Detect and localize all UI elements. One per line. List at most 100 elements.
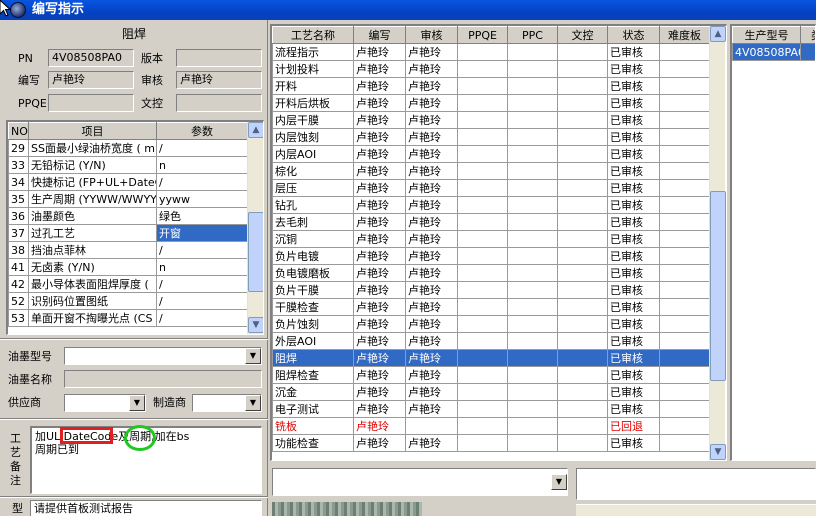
ppc-cell[interactable] [507,383,558,401]
param-no-cell[interactable]: 38 [8,241,29,259]
doccontrol-cell[interactable] [557,298,608,316]
process-name-cell[interactable]: 阻焊检查 [272,366,354,384]
ppc-cell[interactable] [507,213,558,231]
status-cell[interactable]: 已审核 [607,196,660,214]
scroll-down-icon[interactable]: ▼ [248,317,263,333]
author-cell[interactable]: 卢艳玲 [353,145,406,163]
param-item-cell[interactable]: 生产周期 (YYWW/WWYY) [28,190,157,208]
ppc-cell[interactable] [507,332,558,350]
ppc-cell[interactable] [507,264,558,282]
table-row[interactable]: 沉金 卢艳玲 卢艳玲 已审核 [272,383,710,401]
maker-select[interactable]: ▼ [192,394,262,412]
author-cell[interactable]: 卢艳玲 [353,417,406,435]
table-row[interactable]: 功能检查 卢艳玲 卢艳玲 已审核 [272,434,710,452]
status-cell[interactable]: 已审核 [607,111,660,129]
process-name-cell[interactable]: 铣板 [272,417,354,435]
reviewer-cell[interactable]: 卢艳玲 [405,111,458,129]
difficulty-cell[interactable] [659,145,710,163]
param-col-item[interactable]: 项目 [28,122,157,140]
ppqe-cell[interactable] [457,349,508,367]
ppc-cell[interactable] [507,145,558,163]
author-cell[interactable]: 卢艳玲 [353,162,406,180]
difficulty-cell[interactable] [659,111,710,129]
author-field[interactable]: 卢艳玲 [48,71,134,89]
table-row[interactable]: 36 油墨颜色 绿色 [8,207,248,225]
ppqe-cell[interactable] [457,77,508,95]
scroll-up-icon[interactable]: ▲ [248,122,263,138]
table-row[interactable]: 内层干膜 卢艳玲 卢艳玲 已审核 [272,111,710,129]
status-cell[interactable]: 已审核 [607,60,660,78]
ppc-cell[interactable] [507,43,558,61]
ppc-cell[interactable] [507,281,558,299]
param-col-param[interactable]: 参数 [156,122,248,140]
table-row[interactable]: 干膜检查 卢艳玲 卢艳玲 已审核 [272,298,710,316]
status-cell[interactable]: 已审核 [607,383,660,401]
reviewer-cell[interactable]: 卢艳玲 [405,434,458,452]
dropdown-arrow-icon[interactable]: ▼ [129,395,145,411]
ppqe-cell[interactable] [457,315,508,333]
table-row[interactable]: 4V08508PA0 [732,43,815,61]
table-row[interactable]: 53 单面开窗不掏曝光点 (CS / [8,309,248,327]
reviewer-cell[interactable]: 卢艳玲 [405,213,458,231]
ppc-cell[interactable] [507,60,558,78]
difficulty-cell[interactable] [659,230,710,248]
ppqe-cell[interactable] [457,383,508,401]
param-item-cell[interactable]: 油墨颜色 [28,207,157,225]
process-name-cell[interactable]: 干膜检查 [272,298,354,316]
table-row[interactable]: 内层AOI 卢艳玲 卢艳玲 已审核 [272,145,710,163]
param-value-cell[interactable]: / [156,292,248,310]
reviewer-cell[interactable]: 卢艳玲 [405,145,458,163]
reviewer-cell[interactable]: 卢艳玲 [405,281,458,299]
col-difficulty[interactable]: 难度板 [659,26,710,44]
difficulty-cell[interactable] [659,60,710,78]
ink-name-field[interactable] [64,370,262,388]
process-name-cell[interactable]: 负片蚀刻 [272,315,354,333]
ink-model-select[interactable]: ▼ [64,347,262,365]
reviewer-cell[interactable]: 卢艳玲 [405,94,458,112]
process-table-scrollbar[interactable]: ▲ ▼ [709,26,726,460]
author-cell[interactable]: 卢艳玲 [353,383,406,401]
param-value-cell[interactable]: / [156,275,248,293]
param-item-cell[interactable]: 最小导体表面阻焊厚度 ( [28,275,157,293]
doccontrol-cell[interactable] [557,247,608,265]
param-value-cell[interactable]: / [156,309,248,327]
reviewer-cell[interactable]: 卢艳玲 [405,60,458,78]
author-cell[interactable]: 卢艳玲 [353,213,406,231]
doccontrol-cell[interactable] [557,43,608,61]
reviewer-field[interactable]: 卢艳玲 [176,71,262,89]
param-value-cell[interactable]: / [156,173,248,191]
scroll-thumb[interactable] [710,191,726,381]
doccontrol-cell[interactable] [557,315,608,333]
process-name-cell[interactable]: 棕化 [272,162,354,180]
process-name-cell[interactable]: 沉金 [272,383,354,401]
status-cell[interactable]: 已审核 [607,179,660,197]
difficulty-cell[interactable] [659,400,710,418]
ppc-cell[interactable] [507,315,558,333]
ppc-cell[interactable] [507,94,558,112]
author-cell[interactable]: 卢艳玲 [353,298,406,316]
reviewer-cell[interactable]: 卢艳玲 [405,230,458,248]
doccontrol-cell[interactable] [557,332,608,350]
author-cell[interactable]: 卢艳玲 [353,77,406,95]
param-no-cell[interactable]: 41 [8,258,29,276]
bottom-combo[interactable]: ▼ [272,468,568,496]
table-row[interactable]: 阻焊 卢艳玲 卢艳玲 已审核 [272,349,710,367]
col-process-name[interactable]: 工艺名称 [272,26,354,44]
difficulty-cell[interactable] [659,417,710,435]
param-no-cell[interactable]: 33 [8,156,29,174]
param-item-cell[interactable]: SS面最小绿油桥宽度 ( m [28,139,157,157]
status-cell[interactable]: 已审核 [607,332,660,350]
author-cell[interactable]: 卢艳玲 [353,247,406,265]
difficulty-cell[interactable] [659,247,710,265]
ppqe-cell[interactable] [457,213,508,231]
doccontrol-cell[interactable] [557,434,608,452]
param-col-no[interactable]: NO [8,122,29,140]
status-cell[interactable]: 已审核 [607,247,660,265]
author-cell[interactable]: 卢艳玲 [353,434,406,452]
author-cell[interactable]: 卢艳玲 [353,128,406,146]
ppc-cell[interactable] [507,162,558,180]
doccontrol-cell[interactable] [557,400,608,418]
param-value-cell[interactable]: n [156,156,248,174]
pn-field[interactable]: 4V08508PA0 [48,49,134,67]
reviewer-cell[interactable]: 卢艳玲 [405,332,458,350]
